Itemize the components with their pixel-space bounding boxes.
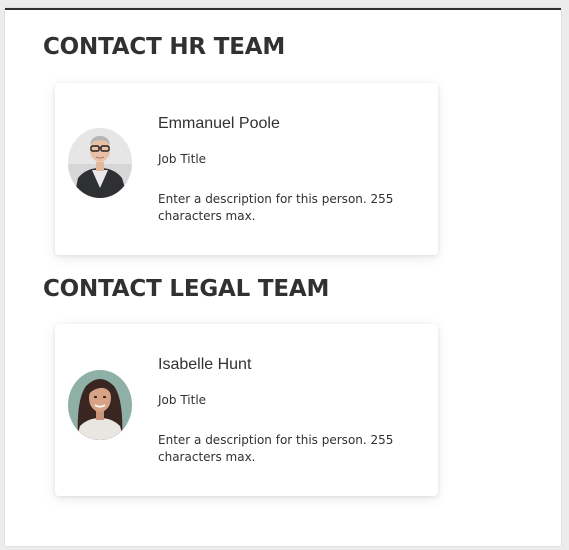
person-job-title: Job Title xyxy=(158,152,207,166)
person-photo-icon xyxy=(68,128,132,198)
avatar-photo[interactable] xyxy=(68,128,132,198)
person-description: Enter a description for this person. 255… xyxy=(158,433,394,464)
person-card-emmanuel-poole[interactable]: Emmanuel Poole Job Title Enter a descrip… xyxy=(55,83,438,255)
person-photo-icon xyxy=(68,370,132,440)
person-description: Enter a description for this person. 255… xyxy=(158,192,394,223)
person-card-isabelle-hunt[interactable]: Isabelle Hunt Job Title Enter a descript… xyxy=(55,324,438,496)
person-name[interactable]: Isabelle Hunt xyxy=(158,356,251,374)
section-title-hr: CONTACT HR TEAM xyxy=(43,34,286,60)
contacts-panel: CONTACT HR TEAM Emmanuel Poole Job Title… xyxy=(5,8,561,546)
person-job-title: Job Title xyxy=(158,393,207,407)
section-title-legal: CONTACT LEGAL TEAM xyxy=(43,276,330,302)
person-name[interactable]: Emmanuel Poole xyxy=(158,115,280,133)
avatar-photo[interactable] xyxy=(68,370,132,440)
